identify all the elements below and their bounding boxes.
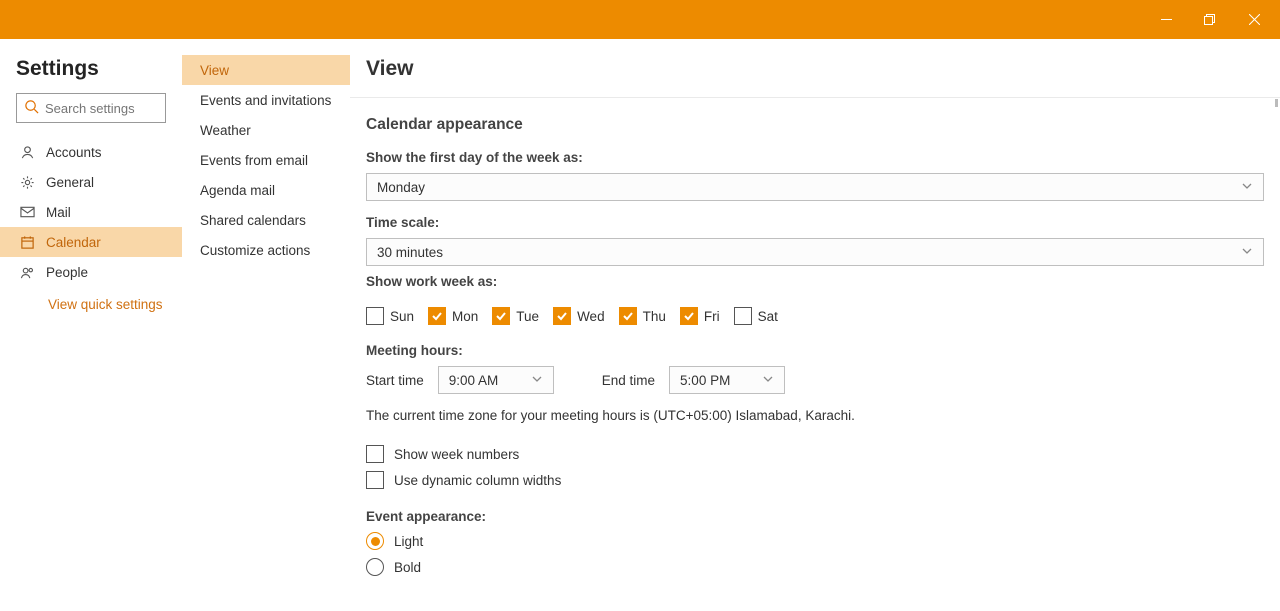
day-mon[interactable]: Mon: [428, 307, 478, 325]
checkbox-icon: [366, 445, 384, 463]
subnav-events-invitations[interactable]: Events and invitations: [182, 85, 350, 115]
dropdown-start-time[interactable]: 9:00 AM: [438, 366, 554, 394]
sidebar-item-label: Calendar: [46, 235, 101, 250]
work-week-days: Sun Mon Tue Wed Thu Fri Sat: [366, 307, 1264, 325]
dropdown-value: Monday: [377, 180, 425, 195]
dropdown-end-time[interactable]: 5:00 PM: [669, 366, 785, 394]
day-thu[interactable]: Thu: [619, 307, 666, 325]
timezone-note: The current time zone for your meeting h…: [366, 408, 1264, 423]
sidebar-item-calendar[interactable]: Calendar: [0, 227, 182, 257]
label-meeting-hours: Meeting hours:: [366, 343, 1264, 358]
label-time-scale: Time scale:: [366, 215, 1264, 230]
sidebar-item-accounts[interactable]: Accounts: [0, 137, 182, 167]
checkbox-icon: [428, 307, 446, 325]
sidebar-item-general[interactable]: General: [0, 167, 182, 197]
close-button[interactable]: [1232, 0, 1276, 39]
sidebar-item-label: General: [46, 175, 94, 190]
label-work-week: Show work week as:: [366, 274, 1264, 289]
label-event-appearance: Event appearance:: [366, 509, 1264, 524]
checkbox-icon: [366, 307, 384, 325]
main-panel: View Calendar appearance Show the first …: [350, 39, 1280, 611]
people-icon: [20, 265, 36, 280]
dropdown-value: 5:00 PM: [680, 373, 730, 388]
checkbox-icon: [680, 307, 698, 325]
checkbox-icon: [619, 307, 637, 325]
checkbox-icon: [553, 307, 571, 325]
checkbox-dynamic-columns[interactable]: Use dynamic column widths: [366, 471, 1264, 489]
radio-light[interactable]: Light: [366, 532, 1264, 550]
subnav-shared-calendars[interactable]: Shared calendars: [182, 205, 350, 235]
label-first-day: Show the first day of the week as:: [366, 150, 1264, 165]
scrollbar-thumb[interactable]: [1275, 99, 1278, 107]
chevron-down-icon: [762, 373, 774, 388]
checkbox-icon: [366, 471, 384, 489]
sidebar-item-label: Mail: [46, 205, 71, 220]
page-title: View: [350, 39, 1280, 98]
checkbox-icon: [492, 307, 510, 325]
sidebar-item-label: People: [46, 265, 88, 280]
dropdown-value: 9:00 AM: [449, 373, 499, 388]
person-icon: [20, 145, 36, 160]
radio-icon: [366, 532, 384, 550]
dropdown-first-day[interactable]: Monday: [366, 173, 1264, 201]
dropdown-time-scale[interactable]: 30 minutes: [366, 238, 1264, 266]
checkbox-show-week-numbers[interactable]: Show week numbers: [366, 445, 1264, 463]
checkbox-icon: [734, 307, 752, 325]
minimize-button[interactable]: [1144, 0, 1188, 39]
dropdown-value: 30 minutes: [377, 245, 443, 260]
sidebar-item-people[interactable]: People: [0, 257, 182, 287]
mail-icon: [20, 206, 36, 218]
day-wed[interactable]: Wed: [553, 307, 605, 325]
chevron-down-icon: [1241, 180, 1253, 195]
titlebar: [0, 0, 1280, 39]
day-sat[interactable]: Sat: [734, 307, 778, 325]
subnav-events-email[interactable]: Events from email: [182, 145, 350, 175]
subnav-view[interactable]: View: [182, 55, 350, 85]
restore-button[interactable]: [1188, 0, 1232, 39]
chevron-down-icon: [531, 373, 543, 388]
label-start-time: Start time: [366, 373, 424, 388]
radio-bold[interactable]: Bold: [366, 558, 1264, 576]
radio-icon: [366, 558, 384, 576]
gear-icon: [20, 175, 36, 190]
subnav-customize-actions[interactable]: Customize actions: [182, 235, 350, 265]
secondary-sidebar: View Events and invitations Weather Even…: [182, 39, 350, 611]
day-tue[interactable]: Tue: [492, 307, 539, 325]
chevron-down-icon: [1241, 245, 1253, 260]
day-sun[interactable]: Sun: [366, 307, 414, 325]
calendar-icon: [20, 235, 36, 250]
sidebar-item-label: Accounts: [46, 145, 102, 160]
search-icon: [24, 99, 39, 117]
label-end-time: End time: [602, 373, 655, 388]
primary-sidebar: Settings Accounts General: [0, 39, 182, 611]
day-fri[interactable]: Fri: [680, 307, 720, 325]
view-quick-settings-link[interactable]: View quick settings: [0, 287, 182, 312]
subnav-weather[interactable]: Weather: [182, 115, 350, 145]
subnav-agenda-mail[interactable]: Agenda mail: [182, 175, 350, 205]
section-calendar-appearance: Calendar appearance: [366, 116, 1264, 134]
settings-title: Settings: [0, 53, 182, 93]
sidebar-item-mail[interactable]: Mail: [0, 197, 182, 227]
